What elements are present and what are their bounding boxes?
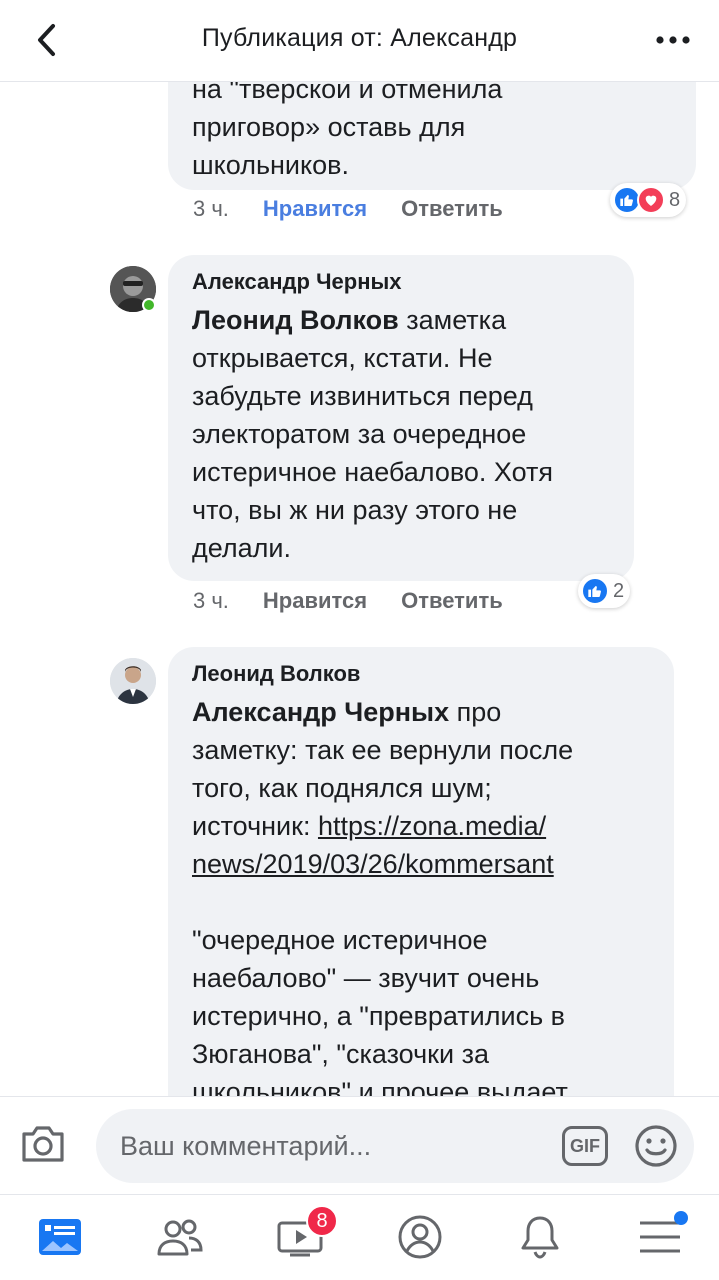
comment-text-line: школьников" и прочее выдает: [192, 1077, 568, 1096]
comment-text-line: что, вы ж ни разу этого не: [192, 495, 518, 525]
menu-notification-dot: [674, 1211, 688, 1225]
comment-text-line: источник:: [192, 811, 311, 841]
comment-text-line: "очередное истеричное: [192, 925, 488, 955]
friends-icon: [157, 1219, 203, 1256]
love-reaction-icon: [637, 186, 665, 214]
tab-news-feed[interactable]: [30, 1209, 90, 1265]
comment-text-line: про: [456, 697, 502, 727]
mention[interactable]: Леонид Волков: [192, 305, 399, 335]
comment-author[interactable]: Александр Черных: [192, 269, 610, 295]
comment-text: на "тверской и отменила приговор» оставь…: [192, 70, 672, 184]
reactions-summary[interactable]: 2: [578, 574, 631, 608]
top-bar: Публикация от: Александр: [0, 0, 719, 82]
like-button[interactable]: Нравится: [263, 588, 367, 614]
comment-text: Александр Черных про заметку: так ее вер…: [192, 693, 650, 1096]
comment-text-line: приговор» оставь для: [192, 112, 466, 142]
more-dots-icon: [656, 36, 690, 44]
comment-text-line: электоратом за очередное: [192, 419, 527, 449]
comment-text-line: истерично, а "превратились в: [192, 1001, 565, 1031]
comment-input-container: GIF: [96, 1109, 694, 1183]
like-button[interactable]: Нравится: [263, 196, 367, 222]
comment-time: 3 ч.: [193, 588, 229, 613]
tab-notifications[interactable]: [510, 1209, 570, 1265]
hamburger-menu-icon: [640, 1221, 680, 1253]
reactions-summary[interactable]: 8: [610, 183, 687, 217]
comment-text-line: заметка: [406, 305, 507, 335]
camera-button[interactable]: [18, 1121, 68, 1167]
profile-icon: [398, 1215, 442, 1259]
comment-text-line: делали.: [192, 533, 291, 563]
comment-link[interactable]: https://zona.media/: [318, 811, 546, 841]
reaction-count: 8: [669, 188, 681, 211]
camera-icon: [22, 1126, 64, 1162]
comment-text: Леонид Волков заметка открывается, кстат…: [192, 301, 610, 567]
bottom-tab-bar: 8: [0, 1194, 719, 1280]
comment-text-line: наебалово" — звучит очень: [192, 963, 540, 993]
comment-text-line: заметку: так ее вернули после: [192, 735, 574, 765]
gif-button[interactable]: GIF: [562, 1126, 608, 1166]
mention[interactable]: Александр Черных: [192, 697, 449, 727]
comment-actions: 3 ч. Нравится Ответить: [193, 588, 503, 614]
avatar[interactable]: [110, 658, 156, 704]
tab-profile[interactable]: [390, 1209, 450, 1265]
comment-composer: GIF: [0, 1096, 719, 1194]
smiley-icon: [635, 1125, 677, 1167]
comment-time: 3 ч.: [193, 196, 229, 221]
emoji-button[interactable]: [634, 1124, 678, 1168]
comment-author[interactable]: Леонид Волков: [192, 661, 650, 687]
watch-notification-badge: 8: [306, 1205, 338, 1237]
comment-text-line: того, как поднялся шум;: [192, 773, 492, 803]
news-feed-icon: [39, 1219, 81, 1255]
comments-feed[interactable]: на "тверской и отменила приговор» оставь…: [0, 0, 719, 1096]
more-button[interactable]: [649, 24, 697, 56]
reaction-count: 2: [613, 579, 625, 602]
tab-friends[interactable]: [150, 1209, 210, 1265]
comment-text-line: забудьте извиниться перед: [192, 381, 533, 411]
comment-link[interactable]: news/2019/03/26/kommersant: [192, 849, 554, 879]
like-reaction-icon: [581, 577, 609, 605]
comment-text-line: Зюганова", "сказочки за: [192, 1039, 489, 1069]
online-status-dot: [142, 298, 156, 312]
page-title: Публикация от: Александр: [201, 24, 518, 52]
comment-input[interactable]: [120, 1109, 550, 1183]
comment-text-line: школьников.: [192, 150, 349, 180]
comment-bubble: Леонид Волков Александр Черных про замет…: [168, 647, 674, 1096]
comment-actions: 3 ч. Нравится Ответить: [193, 196, 503, 222]
reply-button[interactable]: Ответить: [401, 588, 503, 614]
comment-text-line: истеричное наебалово. Хотя: [192, 457, 554, 487]
comment-text-line: открывается, кстати. Не: [192, 343, 493, 373]
reply-button[interactable]: Ответить: [401, 196, 503, 222]
comment-bubble: Александр Черных Леонид Волков заметка о…: [168, 255, 634, 581]
bell-icon: [521, 1216, 559, 1259]
